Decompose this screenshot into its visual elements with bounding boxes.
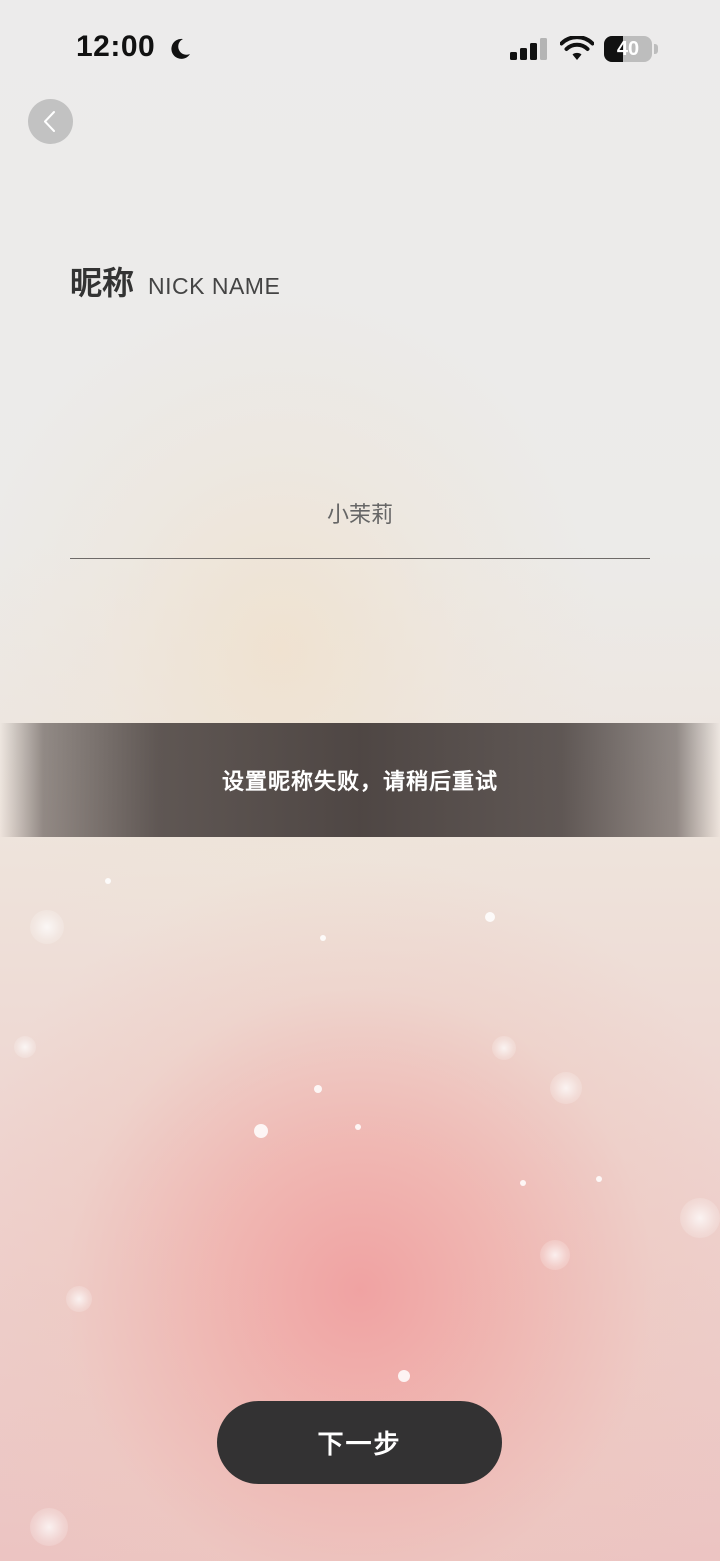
sparkle [30, 910, 64, 944]
sparkle [520, 1180, 526, 1186]
sparkle [596, 1176, 602, 1182]
toast-message: 设置昵称失败，请稍后重试 [221, 770, 498, 795]
sparkle [320, 935, 326, 941]
sparkle [14, 1036, 36, 1058]
page-title: 昵称 NICK NAME [70, 258, 280, 302]
sparkle [398, 1370, 410, 1382]
error-toast: 设置昵称失败，请稍后重试 [0, 723, 720, 837]
nickname-input[interactable] [70, 488, 650, 538]
battery-icon: 40 [604, 36, 652, 62]
sparkle [680, 1198, 720, 1238]
sparkle [314, 1085, 322, 1093]
nickname-field [70, 488, 650, 559]
sparkle [254, 1124, 268, 1138]
wifi-icon [559, 35, 595, 62]
moon-icon [167, 36, 193, 62]
sparkle [550, 1072, 582, 1104]
chevron-left-icon [44, 111, 55, 132]
sparkle [66, 1286, 92, 1312]
status-time: 12:00 [76, 30, 156, 63]
page-title-chinese: 昵称 [70, 264, 135, 302]
cellular-signal-icon [510, 38, 548, 60]
page-title-english: NICK NAME [148, 273, 281, 299]
sparkle [540, 1240, 570, 1270]
battery-tip [654, 44, 658, 54]
sparkle [30, 1508, 68, 1546]
sparkle [355, 1124, 361, 1130]
sparkle [105, 878, 111, 884]
sparkle [492, 1036, 516, 1060]
sparkle [485, 912, 495, 922]
battery-level: 40 [616, 38, 640, 60]
back-button[interactable] [28, 99, 73, 144]
next-button[interactable]: 下一步 [217, 1401, 502, 1484]
status-bar: 12:00 40 [0, 0, 720, 96]
